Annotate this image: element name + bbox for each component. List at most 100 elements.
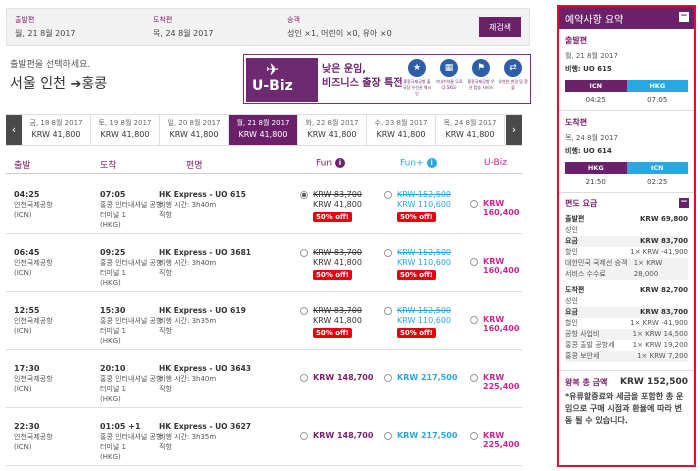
date-tab[interactable]: 목, 24 8월 2017 KRW 41,800 <box>436 115 505 145</box>
arrival-time: 15:30 <box>100 306 126 315</box>
funplus-price[interactable]: KRW 217,500 <box>397 373 457 382</box>
fun-sale-price[interactable]: KRW 41,800 <box>313 316 362 325</box>
col-fun[interactable]: Fun i <box>316 158 345 169</box>
date-tab-price: KRW 41,800 <box>31 130 81 139</box>
outbound-title: 출발편 <box>565 36 588 45</box>
inbound-arr-time: 02:25 <box>647 178 668 186</box>
banner-benefit-text: 기내수하물 무료 (2.5KG) <box>435 79 463 90</box>
date-tab[interactable]: 일, 20 8월 2017 KRW 41,800 <box>160 115 229 145</box>
depart-date-field[interactable]: 출발편 월, 21 8월 2017 <box>15 15 76 39</box>
ubiz-price[interactable]: KRW 160,400 <box>483 257 522 275</box>
departure-airport-code: (ICN) <box>14 443 32 451</box>
fare-inbound-fee3-label: 홍콩 보안세 <box>565 352 600 360</box>
arrive-date-field[interactable]: 도착편 목, 24 8월 2017 <box>153 15 214 39</box>
collapse-summary-icon[interactable]: − <box>679 12 689 22</box>
fare-inbound-fee1-line: 공항 사업비 1× KRW 14,500 <box>565 329 688 340</box>
ubiz-price[interactable]: KRW 225,400 <box>483 431 522 449</box>
flight-duration: 비행 시간: 3h40m <box>159 375 217 383</box>
col-funplus[interactable]: Fun+ i <box>400 158 437 169</box>
funplus-fare-radio[interactable] <box>384 374 392 382</box>
ubiz-fare-radio[interactable] <box>470 432 478 440</box>
flight-table-header: 출발 도착 편명 Fun i Fun+ i U-Biz <box>6 158 522 174</box>
funplus-fare-radio[interactable] <box>384 191 392 199</box>
banner-benefit-text: 유연한 변경 및 환불 <box>498 79 528 90</box>
ubiz-fare-radio[interactable] <box>470 374 478 382</box>
ubiz-price[interactable]: KRW 160,400 <box>483 199 522 217</box>
date-tab[interactable]: 수, 23 8월 2017 KRW 41,800 <box>367 115 436 145</box>
funplus-fare-radio[interactable] <box>384 249 392 257</box>
date-tab[interactable]: 금, 18 8월 2017 KRW 41,800 <box>22 115 91 145</box>
fun-original-price: KRW 83,700 <box>313 190 362 199</box>
arrival-terminal: 터미널 1 <box>100 269 126 277</box>
date-tab-price: KRW 41,800 <box>100 130 150 139</box>
prev-dates-button[interactable]: ‹ <box>6 115 22 145</box>
fun-fare-radio[interactable] <box>300 432 308 440</box>
funplus-sale-price[interactable]: KRW 110,600 <box>397 316 451 325</box>
ubiz-price[interactable]: KRW 160,400 <box>483 315 522 333</box>
departure-airport: 인천국제공항 (ICN) <box>14 316 94 336</box>
fare-outbound-pax: 성인 <box>565 225 688 236</box>
flight-number: HK Express - UO 3627 <box>159 422 252 431</box>
departure-airport-name: 인천국제공항 <box>14 259 53 267</box>
fare-outbound-fare: KRW 83,700 <box>640 237 688 245</box>
fun-fare-radio[interactable] <box>300 249 308 257</box>
priority-checkin-icon: ★ <box>408 59 426 77</box>
banner-benefit-icons: ★ 홍콩국제공항 출국장 우선권 체크인 ▦ 기내수하물 무료 (2.5KG) ⚑ … <box>402 59 530 101</box>
fun-fare-radio[interactable] <box>300 191 308 199</box>
arrival-airport-code: (HKG) <box>100 337 121 345</box>
flight-details: 비행 시간: 3h40m 직항 <box>159 200 216 220</box>
passenger-field[interactable]: 승객 성인 ×1, 어린이 ×0, 유아 ×0 <box>287 15 392 39</box>
fun-sale-price[interactable]: KRW 41,800 <box>313 258 362 267</box>
fare-inbound-label: 도착편 <box>565 286 585 294</box>
date-tab[interactable]: 월, 21 8월 2017 KRW 41,800 <box>229 115 298 145</box>
outbound-from: ICN <box>565 80 627 92</box>
outbound-arr-time: 07:05 <box>647 96 668 104</box>
flight-details: 비행 시간: 3h40m 직항 <box>159 258 216 278</box>
ubiz-promo-banner[interactable]: ✈ U-Biz 낮은 운임, 비즈니스 출장 특전 ★ 홍콩국제공항 출국장 우… <box>243 54 531 104</box>
ubiz-price[interactable]: KRW 225,400 <box>483 373 522 391</box>
fare-outbound-pax-label: 성인 <box>565 226 578 234</box>
date-selector: ‹ › 금, 18 8월 2017 KRW 41,800 토, 19 8월 201… <box>6 114 522 146</box>
fun-price[interactable]: KRW 148,700 <box>313 373 373 382</box>
fun-price[interactable]: KRW 148,700 <box>313 431 373 440</box>
booking-summary-panel: 예약사항 요약 − 출발편 월, 21 8월 2017 비행: UO 615 I… <box>557 5 696 467</box>
ubiz-fare-radio[interactable] <box>470 200 478 208</box>
route-title: 서울 인천 ➔홍콩 <box>10 73 107 93</box>
departure-time: 17:30 <box>14 364 40 373</box>
funplus-price[interactable]: KRW 217,500 <box>397 431 457 440</box>
fare-title: 편도 요금 <box>565 199 598 208</box>
fun-sale-price[interactable]: KRW 41,800 <box>313 200 362 209</box>
fun-fare-radio[interactable] <box>300 374 308 382</box>
funplus-fare-radio[interactable] <box>384 432 392 440</box>
col-ubiz[interactable]: U-Biz <box>484 158 507 168</box>
date-tab[interactable]: 화, 22 8월 2017 KRW 41,800 <box>298 115 367 145</box>
date-tab[interactable]: 토, 19 8월 2017 KRW 41,800 <box>91 115 160 145</box>
passenger-value: 성인 ×1, 어린이 ×0, 유아 ×0 <box>287 29 392 38</box>
departure-airport-name: 인천국제공항 <box>14 317 53 325</box>
funplus-sale-price[interactable]: KRW 110,600 <box>397 258 451 267</box>
funplus-info-icon[interactable]: i <box>426 158 437 168</box>
banner-benefit: ⇄ 유연한 변경 및 환불 <box>498 59 528 91</box>
ubiz-fare-radio[interactable] <box>470 316 478 324</box>
funplus-original-price: KRW 152,500 <box>397 248 452 257</box>
research-button[interactable]: 재검색 <box>479 17 521 37</box>
date-tab-price: KRW 41,800 <box>445 130 495 139</box>
funplus-sale-price[interactable]: KRW 110,600 <box>397 200 451 209</box>
collapse-fare-icon[interactable]: − <box>679 198 689 208</box>
inbound-from: HKG <box>565 162 627 174</box>
flight-number: HK Express - UO 619 <box>159 306 246 315</box>
funplus-fare-radio[interactable] <box>384 307 392 315</box>
outbound-times: 04:25 07:05 <box>565 96 688 104</box>
next-dates-button[interactable]: › <box>506 115 522 145</box>
funplus-discount-badge: 50% off! <box>397 270 436 280</box>
priority-boarding-icon: ⚑ <box>472 59 490 77</box>
ubiz-logo-text: U-Biz <box>252 78 293 94</box>
flight-row: 04:25 인천국제공항 (ICN) 07:05 홍콩 인터내셔널 공항 터미널… <box>6 176 522 234</box>
arrival-airport-name: 홍콩 인터내셔널 공항 <box>100 375 163 383</box>
fare-inbound-pax: 성인 <box>565 296 688 307</box>
inbound-flight: 비행: UO 614 <box>565 147 612 155</box>
fun-info-icon[interactable]: i <box>334 158 345 168</box>
ubiz-fare-radio[interactable] <box>470 258 478 266</box>
arrival-time: 07:05 <box>100 190 126 199</box>
fun-fare-radio[interactable] <box>300 307 308 315</box>
